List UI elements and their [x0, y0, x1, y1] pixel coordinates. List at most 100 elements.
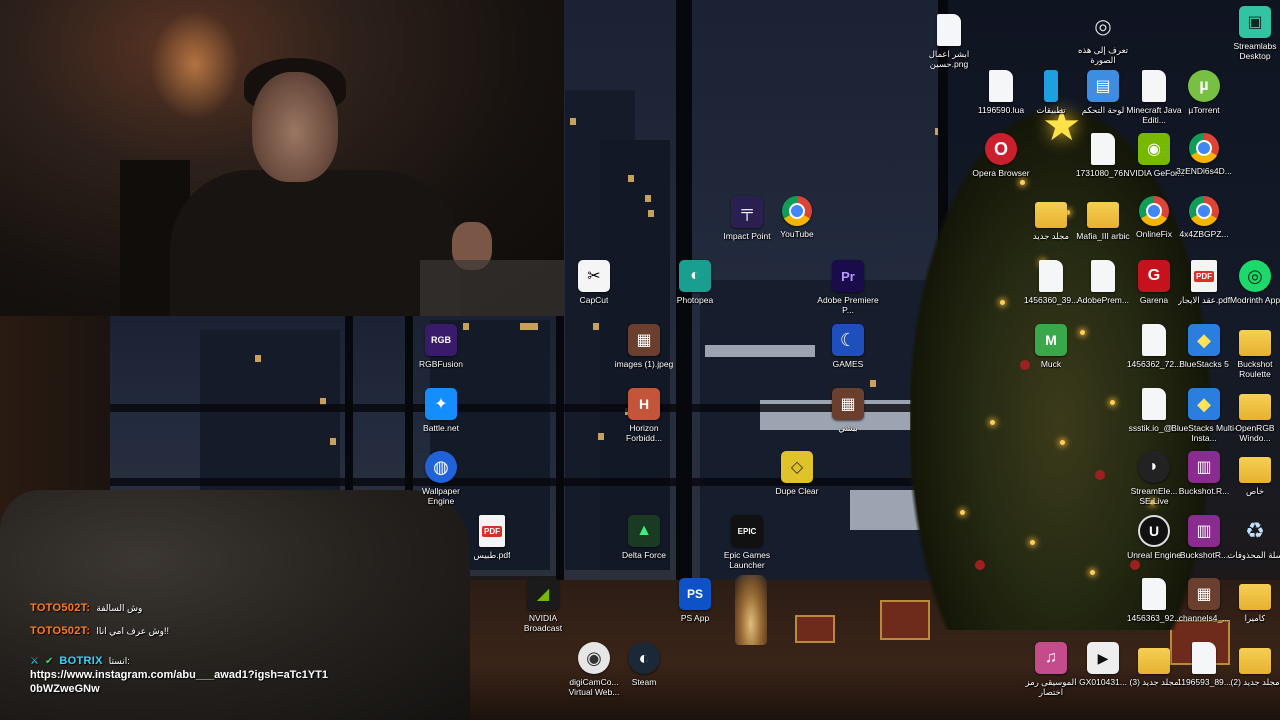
desktop-icon-openrgb[interactable]: OpenRGB Windo... [1222, 388, 1280, 443]
chrome-icon [1189, 133, 1219, 163]
desktop-icon-label: Buckshot Roulette [1237, 359, 1273, 379]
desktop-icon-label: ابشر اعمال حسين.png [928, 49, 970, 69]
file-icon [1091, 133, 1115, 165]
desktop-icon-ps-app[interactable]: PS PS App [662, 578, 728, 623]
desktop-icon-nvidia-broadcast[interactable]: ◢ NVIDIA Broadcast [510, 578, 576, 633]
wallpaper-engine-icon: ◍ [425, 451, 457, 483]
folder-icon [1087, 202, 1119, 228]
desktop-icon-label: 4x4ZBGPZ... [1179, 229, 1229, 239]
desktop-icon-label: GX010431... [1079, 677, 1127, 687]
desktop-icon-new-folder-2[interactable]: مجلد جديد (2) [1222, 642, 1280, 687]
desktop-icon-label: خاص [1245, 486, 1265, 496]
image-icon: ▦ [1188, 578, 1220, 610]
desktop-icon-label: YouTube [780, 229, 814, 239]
desktop-icon-wallpaper-file[interactable]: ابشر اعمال حسين.png [916, 14, 982, 69]
winrar-icon: ▥ [1188, 515, 1220, 547]
desktop-icon-camera-folder[interactable]: كاميرا [1222, 578, 1280, 623]
battlenet-icon: ✦ [425, 388, 457, 420]
desktop-icon-label: طبيس.pdf [473, 550, 511, 560]
sword-icon: ⚔ [30, 656, 39, 667]
desktop-icon-steam[interactable]: ◐ Steam [611, 642, 677, 687]
desktop-icon-pdf-tabees[interactable]: PDF طبيس.pdf [459, 515, 525, 560]
desktop-icon-label: RGBFusion [419, 359, 463, 369]
desktop-icon-label: PS App [680, 613, 710, 623]
verified-badge-icon: ✔ [44, 656, 54, 667]
desktop-icon-epic[interactable]: EPIC Epic Games Launcher [714, 515, 780, 570]
desktop-icon-modrinth[interactable]: ◎ Modrinth App [1222, 260, 1280, 305]
desktop-icon-buckshot-roulette[interactable]: Buckshot Roulette [1222, 324, 1280, 379]
desktop-icon-opera[interactable]: O Opera Browser [968, 133, 1034, 178]
file-icon [1142, 70, 1166, 102]
desktop-icon-label: BuckshotR... [1179, 550, 1229, 560]
bluestacks-icon: ◆ [1188, 388, 1220, 420]
desktop-icon-label: تطبيقات [1036, 105, 1066, 115]
folder-icon [1138, 648, 1170, 674]
desktop-icon-chrome-3z[interactable]: 3zENDi6s4D... [1171, 133, 1237, 176]
desktop-icon-images-jpeg[interactable]: ▦ images (1).jpeg [611, 324, 677, 369]
glowing-lamp [735, 575, 767, 645]
premiere-icon: Pr [832, 260, 864, 292]
modrinth-icon: ◎ [1239, 260, 1271, 292]
desktop-icon-recycle-bin[interactable]: ♻ سلة المحذوفات [1222, 515, 1280, 560]
desktop-icon-wallpaper-engine[interactable]: ◍ Wallpaper Engine [408, 451, 474, 506]
nvidia-icon: ◉ [1138, 133, 1170, 165]
desktop-icon-games[interactable]: ☾ GAMES [815, 324, 881, 369]
file-icon [989, 70, 1013, 102]
file-icon [1142, 324, 1166, 356]
desktop-icon-capcut[interactable]: ✂ CapCut [561, 260, 627, 305]
desktop-icon-label: Delta Force [622, 550, 666, 560]
desktop-icon-label: Photopea [676, 295, 714, 305]
folder-icon [1239, 394, 1271, 420]
music-icon: ♫ [1035, 642, 1067, 674]
desktop-icon-battlenet[interactable]: ✦ Battle.net [408, 388, 474, 433]
desktop-icon-dupe-clear[interactable]: ◇ Dupe Clear [764, 451, 830, 496]
bluestacks-icon: ◆ [1188, 324, 1220, 356]
desktop-icon-horizon[interactable]: H Horizon Forbidd... [611, 388, 677, 443]
desktop-icon-streamlabs[interactable]: ▣ Streamlabs Desktop [1222, 6, 1280, 61]
folder-icon [1239, 457, 1271, 483]
desktop-icon-label: Horizon Forbidd... [626, 423, 662, 443]
desktop-icon-label: سلة المحذوفات [1227, 550, 1280, 560]
desktop-icon-youtube[interactable]: YouTube [764, 196, 830, 239]
chat-message: TOTO502T: وش السالفة [30, 602, 450, 614]
desktop-icon-muck[interactable]: M Muck [1018, 324, 1084, 369]
chrome-icon [782, 196, 812, 226]
desktop-icon-label: Modrinth App [1229, 295, 1280, 305]
gift-box [795, 615, 835, 643]
desktop-icon-label: µTorrent [1188, 105, 1220, 115]
chat-text: انستا: [108, 656, 130, 666]
desktop-icon-delta-force[interactable]: ▲ Delta Force [611, 515, 677, 560]
chat-text: وش عرف امي اناا!! [96, 626, 169, 636]
webcam-overlay [0, 0, 564, 316]
recycle-bin-icon: ♻ [1245, 518, 1265, 543]
nvidia-broadcast-icon: ◢ [527, 578, 559, 610]
camera-icon: ◎ [1094, 15, 1112, 38]
desktop-icon-chrome-4x[interactable]: 4x4ZBGPZ... [1171, 196, 1237, 239]
epic-icon: EPIC [731, 515, 763, 547]
background-lamp-glow [150, 10, 240, 120]
file-icon [1142, 578, 1166, 610]
desktop-icon-photopea[interactable]: ◐ Photopea [662, 260, 728, 305]
desktop-icon-label: GAMES [832, 359, 864, 369]
streamer-body [170, 170, 460, 316]
chrome-icon [1139, 196, 1169, 226]
desktop-icon-utorrent[interactable]: µ µTorrent [1171, 70, 1237, 115]
pdf-icon: PDF [479, 515, 505, 547]
folder-icon [1239, 330, 1271, 356]
desktop-icon-premiere[interactable]: Pr Adobe Premiere P... [815, 260, 881, 315]
desktop-icon-learn-about-picture[interactable]: ◎ تعرف إلى هذه الصورة [1070, 10, 1136, 66]
desktop-icon-folder-khas[interactable]: خاص [1222, 451, 1280, 496]
file-icon [1192, 642, 1216, 674]
desktop-icon-image-pc[interactable]: ▦ ببشي [815, 388, 881, 433]
photopea-icon: ◐ [679, 260, 711, 292]
image-icon: ▦ [628, 324, 660, 356]
unreal-icon: U [1138, 515, 1170, 547]
chat-link[interactable]: https://www.instagram.com/abu___awad1?ig… [30, 668, 330, 696]
digicam-icon: ◉ [578, 642, 610, 674]
steam-icon: ◐ [628, 642, 660, 674]
desktop-icon-rgbfusion[interactable]: RGB RGBFusion [408, 324, 474, 369]
rgb-icon: RGB [425, 324, 457, 356]
desktop-icon-label: Wallpaper Engine [422, 486, 460, 506]
streamer-face [252, 72, 338, 182]
desktop-icon-label: Streamlabs Desktop [1233, 41, 1277, 61]
